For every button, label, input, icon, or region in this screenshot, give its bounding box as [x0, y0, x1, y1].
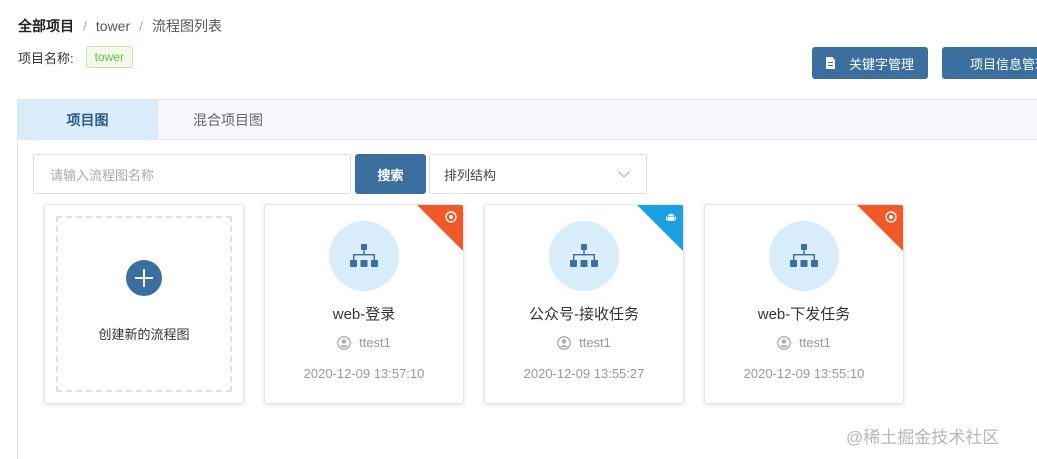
flowchart-owner-name: ttest1 [799, 335, 831, 350]
project-name-row: 项目名称: tower [18, 46, 133, 68]
tab-bar: 项目图 混合项目图 [18, 100, 1037, 140]
keyword-management-label: 关键字管理 [848, 56, 914, 72]
breadcrumb: 全部项目 / tower / 流程图列表 [18, 16, 222, 36]
sort-select[interactable]: 排列结构 [429, 154, 647, 194]
flowchart-title: web-下发任务 [757, 306, 851, 323]
project-info-label: 项目信息管理 [970, 56, 1037, 72]
flowchart-owner: ttest1 [265, 335, 463, 350]
search-input[interactable]: 请输入流程图名称 [33, 154, 351, 194]
watermark: @稀土掘金技术社区 [846, 428, 1000, 447]
flowchart-panel: 项目图 混合项目图 请输入流程图名称 搜索 排列结构 创建新的流程图 web-登… [17, 99, 1037, 459]
platform-corner-badge [857, 205, 903, 251]
flowchart-owner-name: ttest1 [359, 335, 391, 350]
search-button[interactable]: 搜索 [355, 154, 426, 194]
flowchart-owner-name: ttest1 [579, 335, 611, 350]
chrome-icon [885, 211, 897, 223]
project-name-label: 项目名称: [18, 50, 74, 66]
breadcrumb-all-projects[interactable]: 全部项目 [18, 16, 74, 36]
create-flowchart-card[interactable]: 创建新的流程图 [44, 204, 244, 404]
project-info-button[interactable]: 项目信息管理 [942, 47, 1037, 79]
tab-project-diagram[interactable]: 项目图 [18, 100, 158, 140]
keyword-management-button[interactable]: 关键字管理 [812, 47, 928, 79]
flowchart-title: 公众号-接收任务 [529, 306, 639, 323]
flowchart-icon-circle [329, 221, 399, 291]
flowchart-timestamp: 2020-12-09 13:55:10 [743, 366, 865, 381]
flowchart-title: web-登录 [332, 306, 396, 323]
breadcrumb-separator: / [83, 18, 87, 34]
flowchart-card[interactable]: web-登录 ttest1 2020-12-09 13:57:10 [264, 204, 464, 404]
flowchart-timestamp: 2020-12-09 13:57:10 [303, 366, 425, 381]
project-name-tag: tower [85, 46, 133, 68]
sitemap-icon [570, 244, 598, 267]
flowchart-icon-circle [549, 221, 619, 291]
chrome-icon [445, 211, 457, 223]
sitemap-icon [350, 244, 378, 267]
breadcrumb-project[interactable]: tower [96, 18, 130, 34]
flowchart-owner: ttest1 [705, 335, 903, 350]
flowchart-owner: ttest1 [485, 335, 683, 350]
breadcrumb-current: 流程图列表 [152, 18, 223, 34]
user-icon [337, 335, 351, 350]
chevron-down-icon [618, 166, 630, 178]
user-icon [777, 335, 791, 350]
android-icon [666, 213, 676, 221]
create-dashed-area: 创建新的流程图 [56, 216, 232, 392]
platform-corner-badge [637, 205, 683, 251]
breadcrumb-separator: / [139, 18, 144, 34]
tab-mixed-project-diagram[interactable]: 混合项目图 [158, 100, 298, 140]
sitemap-icon [790, 244, 818, 267]
document-icon [826, 57, 835, 69]
flowchart-icon-circle [769, 221, 839, 291]
flowchart-card[interactable]: web-下发任务 ttest1 2020-12-09 13:55:10 [704, 204, 904, 404]
flowchart-timestamp: 2020-12-09 13:55:27 [523, 366, 645, 381]
flowchart-card[interactable]: 公众号-接收任务 ttest1 2020-12-09 13:55:27 [484, 204, 684, 404]
platform-corner-badge [417, 205, 463, 251]
user-icon [557, 335, 571, 350]
plus-circle-icon [126, 260, 162, 296]
sort-select-value: 排列结构 [444, 167, 497, 183]
create-flowchart-label: 创建新的流程图 [98, 327, 190, 342]
